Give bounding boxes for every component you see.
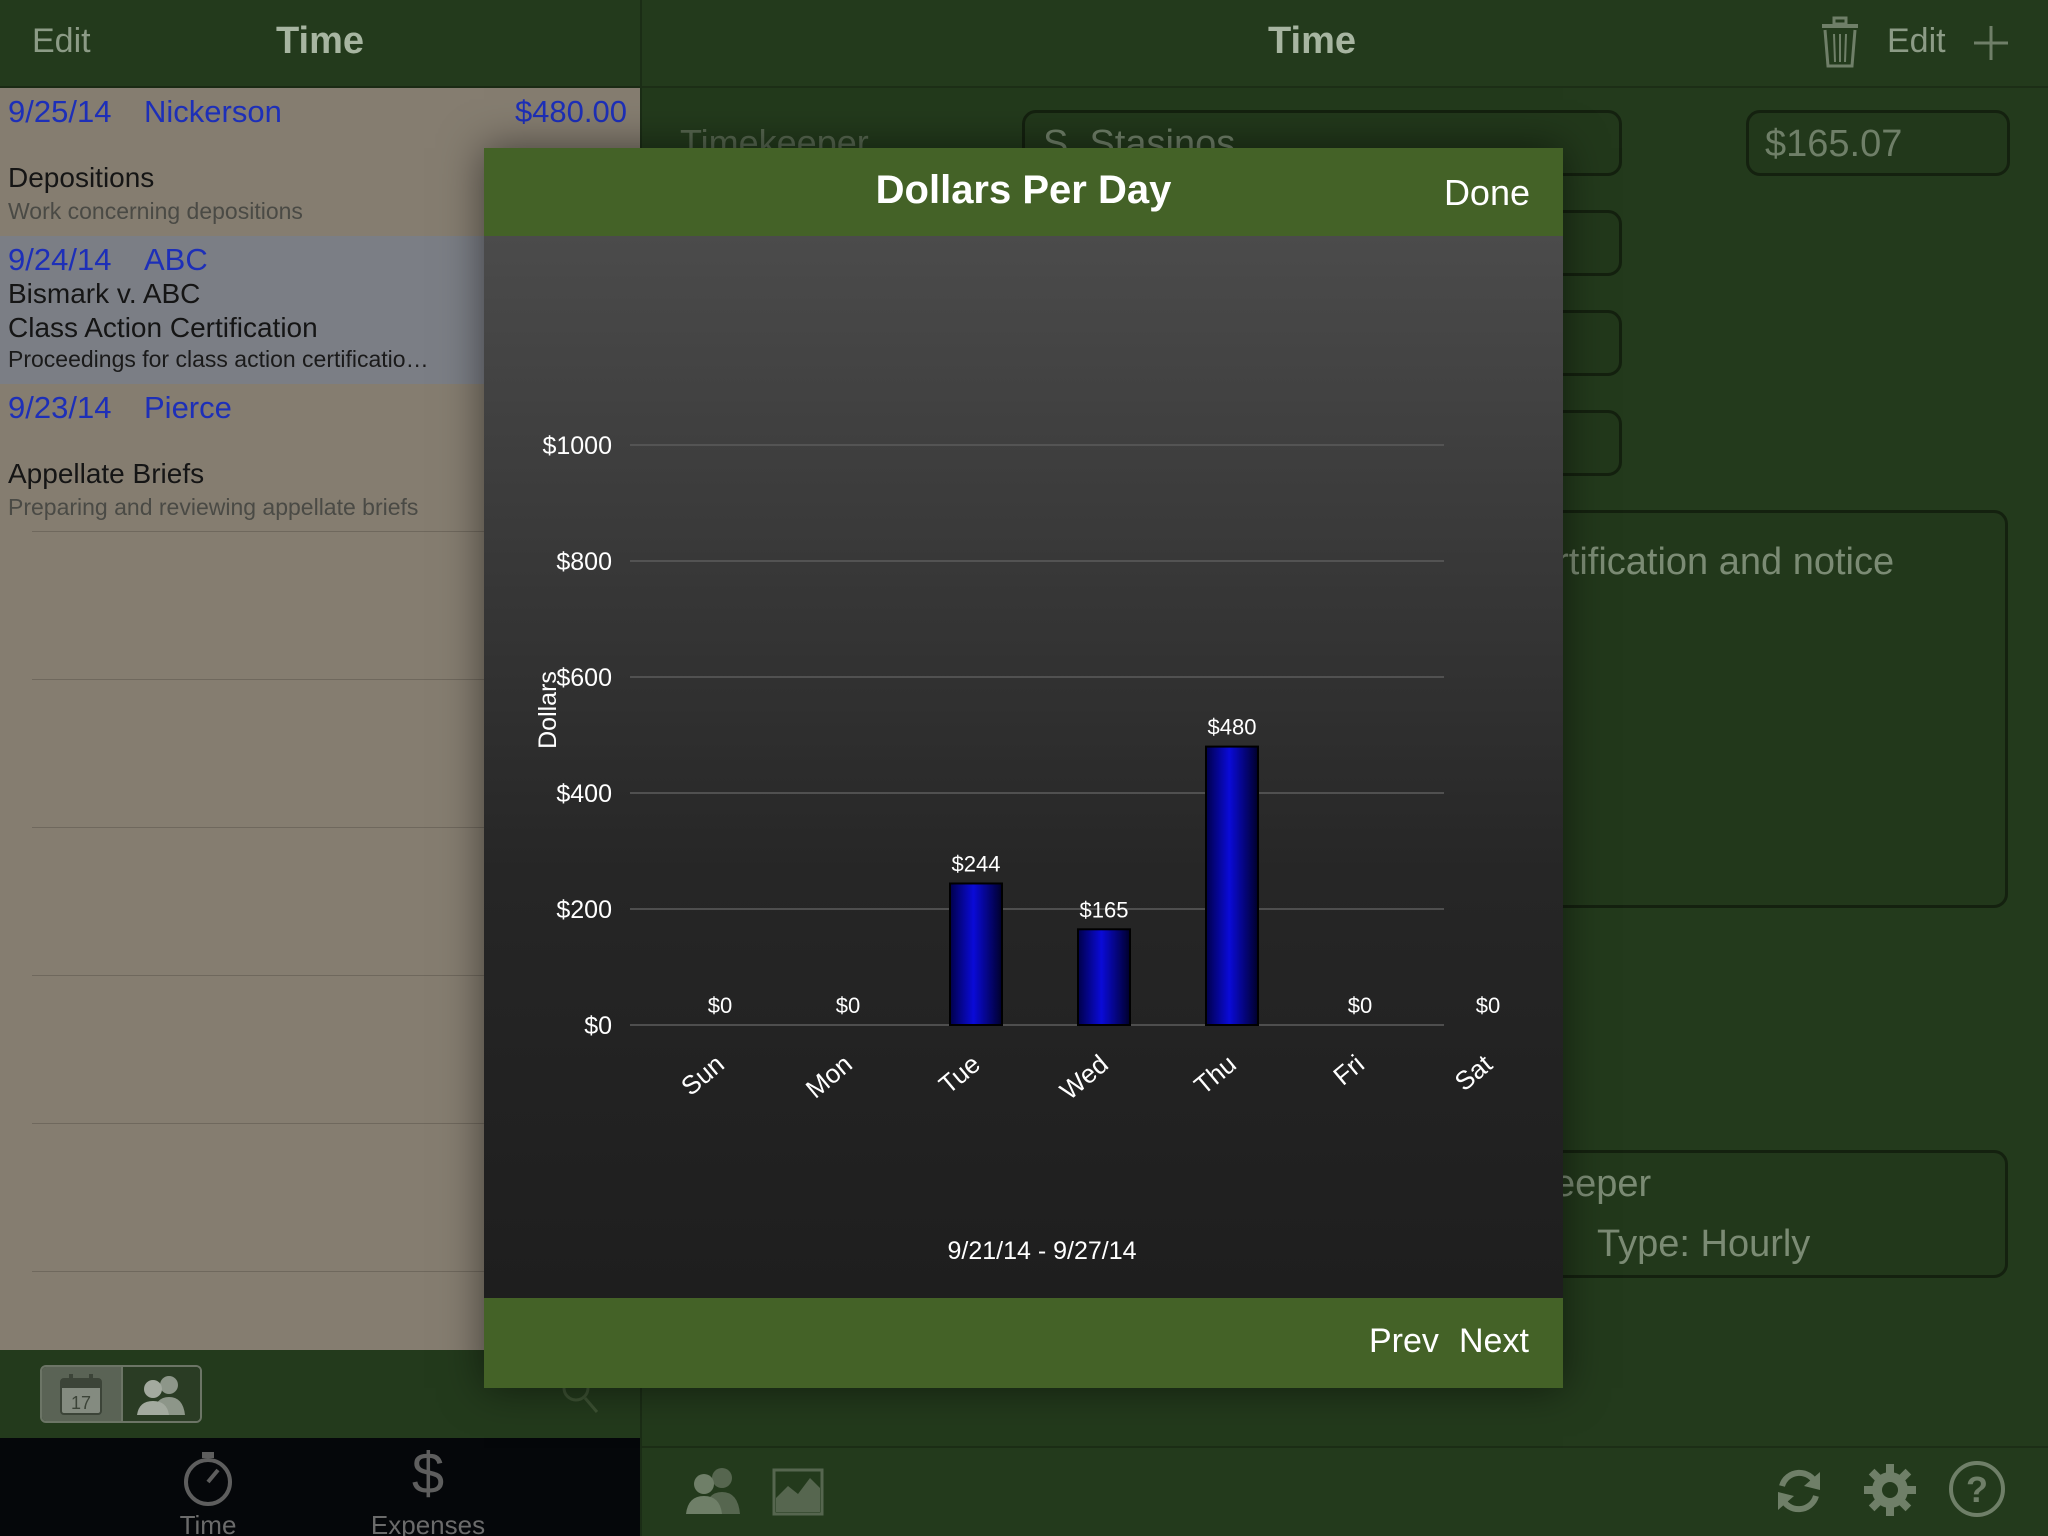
bar-chart: $0 $200 $400 $600 $800 $1000 $0 Sun $0 Mon $244 Tue… (534, 432, 1500, 1265)
left-nav-bar: Edit Time (0, 0, 640, 88)
bar-value-label: $244 (952, 851, 1001, 876)
entry-task: Depositions (8, 162, 155, 193)
bar-value-label: $0 (1348, 993, 1372, 1018)
right-nav-bar: Time Edit (642, 0, 2048, 88)
entry-client: Nickerson (144, 94, 282, 129)
bar-value-label: $0 (836, 993, 860, 1018)
x-tick-label: Mon (800, 1049, 858, 1104)
y-axis-title: Dollars (534, 671, 562, 749)
entry-task: Class Action Certification (8, 312, 318, 343)
entry-date: 9/23/14 (8, 390, 112, 425)
y-tick-label: $1000 (542, 432, 612, 460)
bar (949, 882, 1003, 1026)
calendar-day-number: 17 (71, 1393, 91, 1413)
tab-expenses[interactable]: $ Expenses (328, 1438, 528, 1536)
trash-icon[interactable] (1820, 16, 1860, 70)
amount-value: $165.07 (1765, 123, 1903, 165)
tab-time-label: Time (179, 1510, 237, 1536)
x-tick-label: Tue (933, 1049, 986, 1100)
left-edit-button[interactable]: Edit (32, 22, 91, 61)
y-tick-label: $0 (584, 1012, 612, 1040)
add-icon[interactable] (1972, 24, 2010, 62)
type-text: Type: Hourly (1597, 1223, 1811, 1265)
people-icon[interactable] (682, 1464, 746, 1516)
popover-title: Dollars Per Day (875, 168, 1172, 212)
x-tick-label: Thu (1188, 1049, 1242, 1101)
notes-field[interactable]: ertification and notice (1532, 510, 2008, 908)
view-segment-control: 17 (40, 1365, 202, 1423)
notes-text: ertification and notice (1535, 541, 1895, 583)
chart-area: $0 $200 $400 $600 $800 $1000 $0 Sun $0 Mon $244 Tue… (484, 236, 1563, 1298)
amount-field[interactable]: $165.07 (1746, 110, 2010, 176)
sync-icon[interactable] (1772, 1464, 1826, 1518)
bar-value-label: $0 (1476, 993, 1500, 1018)
entry-matter: Bismark v. ABC (8, 278, 201, 309)
right-nav-title: Time (1267, 20, 1356, 62)
left-nav-title: Time (275, 20, 364, 62)
bar (1205, 745, 1259, 1026)
entry-date: 9/25/14 (8, 94, 112, 129)
svg-text:?: ? (1966, 1469, 1988, 1510)
prev-button[interactable]: Prev (1369, 1322, 1439, 1361)
entry-date: 9/24/14 (8, 242, 112, 277)
bar-value-label: $165 (1080, 897, 1129, 922)
calendar-view-button[interactable]: 17 (42, 1367, 121, 1421)
x-tick-label: Sun (675, 1049, 730, 1102)
bar-value-label: $0 (708, 993, 732, 1018)
x-tick-label: Fri (1327, 1049, 1370, 1091)
stopwatch-icon (184, 1452, 232, 1506)
calendar-icon: 17 (60, 1374, 103, 1415)
y-tick-label: $600 (556, 664, 612, 692)
dollars-per-day-popover: Dollars Per Day Done $0 $200 $400 $600 $800 $… (484, 148, 1563, 1388)
right-toolbar: ? (642, 1446, 2048, 1536)
entry-client: Pierce (144, 390, 232, 425)
tab-bar: Time $ Expenses (0, 1438, 640, 1536)
chart-icon[interactable] (772, 1468, 824, 1516)
entry-description: Proceedings for class action certificati… (8, 346, 429, 372)
y-tick-label: $200 (556, 896, 612, 924)
popover-footer: Prev Next (484, 1298, 1563, 1388)
entry-task: Appellate Briefs (8, 458, 205, 489)
next-button[interactable]: Next (1459, 1322, 1529, 1361)
tab-expenses-label: Expenses (370, 1510, 486, 1536)
entry-description: Preparing and reviewing appellate briefs (8, 494, 419, 520)
rate-field[interactable]: keeper Type: Hourly (1532, 1150, 2008, 1278)
entry-amount: $480.00 (514, 94, 627, 129)
x-tick-label: Sat (1449, 1048, 1499, 1097)
help-icon[interactable]: ? (1948, 1460, 2006, 1518)
people-icon (137, 1376, 186, 1415)
entry-description: Work concerning depositions (8, 198, 303, 224)
y-tick-label: $400 (556, 780, 612, 808)
y-tick-label: $800 (556, 548, 612, 576)
x-tick-label: Wed (1054, 1049, 1114, 1106)
bar-value-label: $480 (1208, 715, 1257, 740)
x-axis-title: 9/21/14 - 9/27/14 (947, 1237, 1136, 1265)
done-button[interactable]: Done (1444, 172, 1530, 214)
gear-icon[interactable] (1862, 1462, 1918, 1518)
entry-client: ABC (144, 242, 208, 277)
people-view-button[interactable] (120, 1367, 200, 1421)
right-edit-button[interactable]: Edit (1887, 22, 1946, 61)
tab-time[interactable]: Time (108, 1438, 308, 1536)
dollar-icon: $ (411, 1441, 445, 1506)
bar (1077, 928, 1131, 1026)
popover-header: Dollars Per Day Done (484, 148, 1563, 236)
